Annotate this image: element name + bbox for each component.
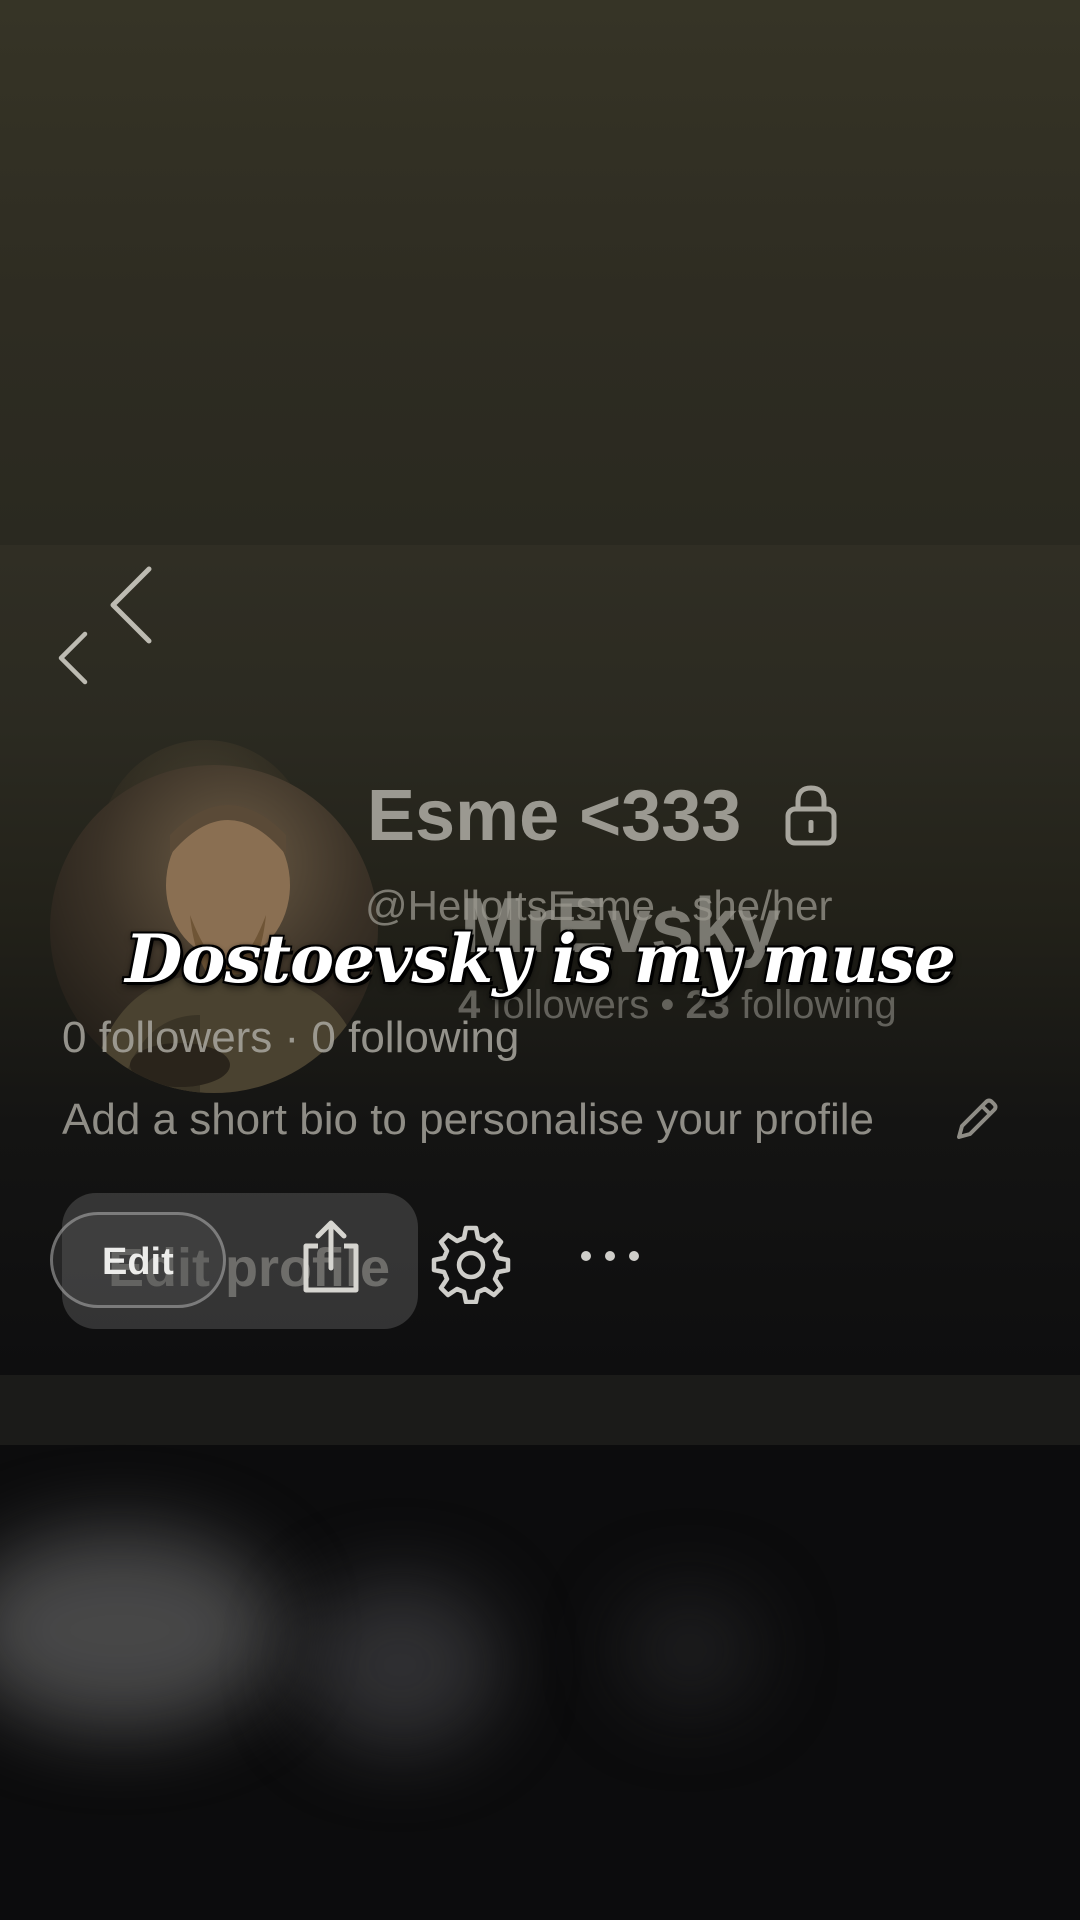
blurred-thumbnail	[620, 1590, 760, 1710]
follow-stats[interactable]: 0 followers · 0 following	[62, 1013, 519, 1063]
edit-button-label: Edit	[102, 1241, 174, 1283]
display-name: Esme <333	[367, 776, 742, 856]
tab-strip-background	[0, 1375, 1080, 1445]
top-background	[0, 0, 1080, 545]
share-icon[interactable]	[296, 1218, 366, 1296]
pencil-icon[interactable]	[953, 1095, 1001, 1143]
more-horizontal-icon[interactable]	[578, 1248, 642, 1264]
blurred-thumbnail	[300, 1580, 500, 1750]
video-caption: Dostoevsky is my muse	[125, 920, 956, 998]
lock-icon	[785, 785, 837, 846]
chevron-left-icon[interactable]	[55, 630, 89, 686]
bio-placeholder[interactable]: Add a short bio to personalise your prof…	[62, 1095, 874, 1145]
gear-icon[interactable]	[430, 1222, 512, 1304]
chevron-left-icon[interactable]	[105, 565, 155, 645]
